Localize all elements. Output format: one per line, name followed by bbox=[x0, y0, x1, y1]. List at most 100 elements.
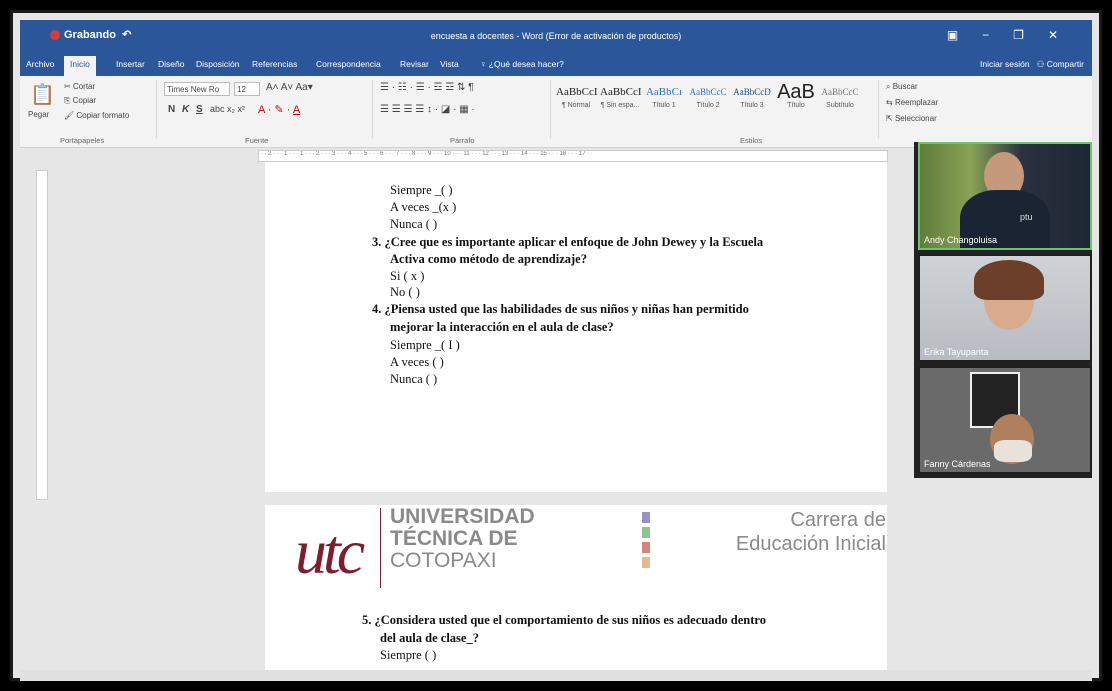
participant-name: Andy Changoluisa bbox=[924, 235, 998, 245]
ribbon-display-icon[interactable]: ▣ bbox=[947, 28, 982, 42]
paragraph-group-label: Párrafo bbox=[450, 136, 475, 145]
align-icon[interactable]: ☰ ☰ ☰ ☰ ↕ · ◪ · ▦ · bbox=[380, 104, 475, 115]
grow-font-icon[interactable]: A˄ A˅ Aa▾ bbox=[266, 82, 313, 93]
bullets-icon[interactable]: ☰ · ☷ · ☰ · ☲ ☲ ⇅ ¶ bbox=[380, 82, 474, 93]
account-area: Iniciar sesión ⚇ Compartir bbox=[980, 59, 1084, 70]
cut-button[interactable]: ✂ Cortar bbox=[64, 82, 95, 91]
signin-link[interactable]: Iniciar sesión bbox=[980, 59, 1030, 69]
ribbon: 📋 Pegar ✂ Cortar ⎘ Copiar 🖌 Copiar forma… bbox=[20, 76, 1092, 148]
style-subtitle[interactable]: AaBbCcC Subtítulo bbox=[820, 82, 860, 109]
style-name: ¶ Normal bbox=[561, 102, 591, 109]
font-name-select[interactable]: Times New Ro bbox=[164, 82, 230, 96]
tell-me-search[interactable]: ♀ ¿Qué desea hacer? bbox=[480, 59, 564, 69]
university-line: TÉCNICA DE bbox=[390, 527, 518, 550]
close-icon[interactable]: ✕ bbox=[1048, 28, 1082, 42]
answer-siempre: Siempre _( ) bbox=[390, 183, 453, 197]
answer-siempre: Siempre _( I ) bbox=[390, 338, 460, 352]
career-name: Carrera de Educación Inicial bbox=[736, 508, 886, 556]
font-group-label: Fuente bbox=[245, 136, 269, 145]
style-sample: AaBbCcD bbox=[733, 87, 771, 97]
select-button[interactable]: ⇱ Seleccionar bbox=[886, 114, 937, 123]
cut-label: Cortar bbox=[72, 82, 96, 91]
replace-icon: ⇆ bbox=[886, 98, 895, 107]
separator bbox=[156, 80, 157, 138]
separator bbox=[550, 80, 551, 138]
tell-me-label: ¿Qué desea hacer? bbox=[488, 59, 564, 69]
paste-icon[interactable]: 📋 bbox=[30, 82, 55, 107]
participant-tile[interactable]: ptu Andy Changoluisa bbox=[918, 142, 1092, 250]
lightbulb-icon: ♀ bbox=[480, 59, 489, 69]
paste-button[interactable]: Pegar bbox=[28, 110, 49, 119]
answer-nunca: Nunca ( ) bbox=[390, 217, 438, 231]
underline-button[interactable]: S bbox=[196, 104, 203, 115]
style-sample: AaBbCcI bbox=[556, 86, 598, 98]
answer-siempre: Siempre ( ) bbox=[380, 648, 437, 662]
search-icon: ⌕ bbox=[886, 82, 893, 91]
style-heading-2[interactable]: AaBbCcC Título 2 bbox=[688, 82, 728, 109]
university-name: UNIVERSIDAD TÉCNICA DE COTOPAXI bbox=[390, 506, 535, 572]
font-size-select[interactable]: 12 bbox=[234, 82, 260, 96]
tab-archivo[interactable]: Archivo bbox=[26, 59, 54, 69]
minimize-icon[interactable]: − bbox=[982, 28, 1013, 42]
tab-vista[interactable]: Vista bbox=[440, 59, 459, 69]
font-color-icon[interactable]: A · ✎ · A bbox=[258, 103, 300, 116]
share-button[interactable]: Compartir bbox=[1047, 59, 1084, 69]
styles-group-label: Estilos bbox=[740, 136, 763, 145]
style-name: Título 2 bbox=[696, 102, 720, 109]
question-3: 3. ¿Cree que es importante aplicar el en… bbox=[372, 235, 764, 249]
style-name: Subtítulo bbox=[826, 102, 854, 109]
restore-icon[interactable]: ❐ bbox=[1013, 28, 1048, 42]
color-block bbox=[642, 527, 650, 538]
university-line: UNIVERSIDAD bbox=[390, 505, 535, 528]
format-painter-button[interactable]: 🖌 Copiar formato bbox=[64, 111, 129, 120]
question-5: 5. ¿Considera usted que el comportamient… bbox=[362, 613, 766, 627]
participant-name: Fanny Cárdenas bbox=[924, 459, 991, 469]
tab-diseno[interactable]: Diseño bbox=[158, 59, 184, 69]
tab-insertar[interactable]: Insertar bbox=[116, 59, 145, 69]
style-heading-1[interactable]: AaBbCı Título 1 bbox=[644, 82, 684, 109]
style-sample: AaBbCı bbox=[645, 86, 683, 98]
participant-hair bbox=[974, 260, 1044, 300]
shirt-text: ptu bbox=[1020, 212, 1033, 222]
style-normal[interactable]: AaBbCcI ¶ Normal bbox=[556, 82, 598, 109]
question-4: 4. ¿Piensa usted que las habilidades de … bbox=[372, 302, 749, 316]
separator bbox=[372, 80, 373, 138]
style-no-spacing[interactable]: AaBbCcI ¶ Sin espa... bbox=[600, 82, 642, 109]
tab-disposicion[interactable]: Disposición bbox=[196, 59, 239, 69]
career-line: Educación Inicial bbox=[735, 533, 886, 555]
status-bar bbox=[20, 670, 1092, 681]
italic-button[interactable]: K bbox=[182, 104, 189, 115]
window-title: encuesta a docentes - Word (Error de act… bbox=[430, 31, 682, 41]
vertical-ruler[interactable] bbox=[36, 170, 48, 500]
tab-inicio[interactable]: Inicio bbox=[64, 56, 96, 76]
style-sample: AaBbCcC bbox=[689, 87, 727, 97]
color-bar bbox=[642, 512, 650, 572]
color-block bbox=[642, 512, 650, 523]
horizontal-ruler[interactable]: · · 2 · · · 1 · · · 1 · · · 2 · · · 3 · … bbox=[258, 150, 888, 162]
tab-referencias[interactable]: Referencias bbox=[252, 59, 297, 69]
window-controls: ▣−❐✕ bbox=[947, 28, 1082, 42]
question-4-cont: mejorar la interacción en el aula de cla… bbox=[390, 320, 614, 334]
tab-revisar[interactable]: Revisar bbox=[400, 59, 429, 69]
style-title[interactable]: AaB Título bbox=[776, 82, 816, 109]
answer-a-veces: A veces ( ) bbox=[390, 355, 444, 369]
style-sample: AaBbCcC bbox=[821, 87, 859, 97]
tab-correspondencia[interactable]: Correspondencia bbox=[316, 59, 381, 69]
participant-name: Erika Tayupanta bbox=[924, 347, 989, 357]
answer-si: Si ( x ) bbox=[390, 269, 425, 283]
find-button[interactable]: ⌕ Buscar bbox=[886, 82, 918, 92]
bold-button[interactable]: N bbox=[168, 104, 175, 115]
style-sample: AaB bbox=[777, 81, 815, 103]
participant-tile[interactable]: Erika Tayupanta bbox=[918, 254, 1092, 362]
copy-button[interactable]: ⎘ Copiar bbox=[64, 96, 96, 106]
style-name: ¶ Sin espa... bbox=[600, 102, 640, 109]
strikethrough-icon[interactable]: abc x₂ x² bbox=[210, 104, 245, 114]
answer-no: No ( ) bbox=[390, 285, 420, 299]
title-bar: Grabando ↶ encuesta a docentes - Word (E… bbox=[20, 20, 1092, 54]
brush-icon: 🖌 bbox=[64, 111, 77, 120]
replace-button[interactable]: ⇆ Reemplazar bbox=[886, 98, 938, 107]
logo-divider bbox=[380, 508, 381, 588]
style-heading-3[interactable]: AaBbCcD Título 3 bbox=[732, 82, 772, 109]
replace-label: Reemplazar bbox=[894, 98, 939, 107]
participant-tile[interactable]: Fanny Cárdenas bbox=[918, 366, 1092, 474]
